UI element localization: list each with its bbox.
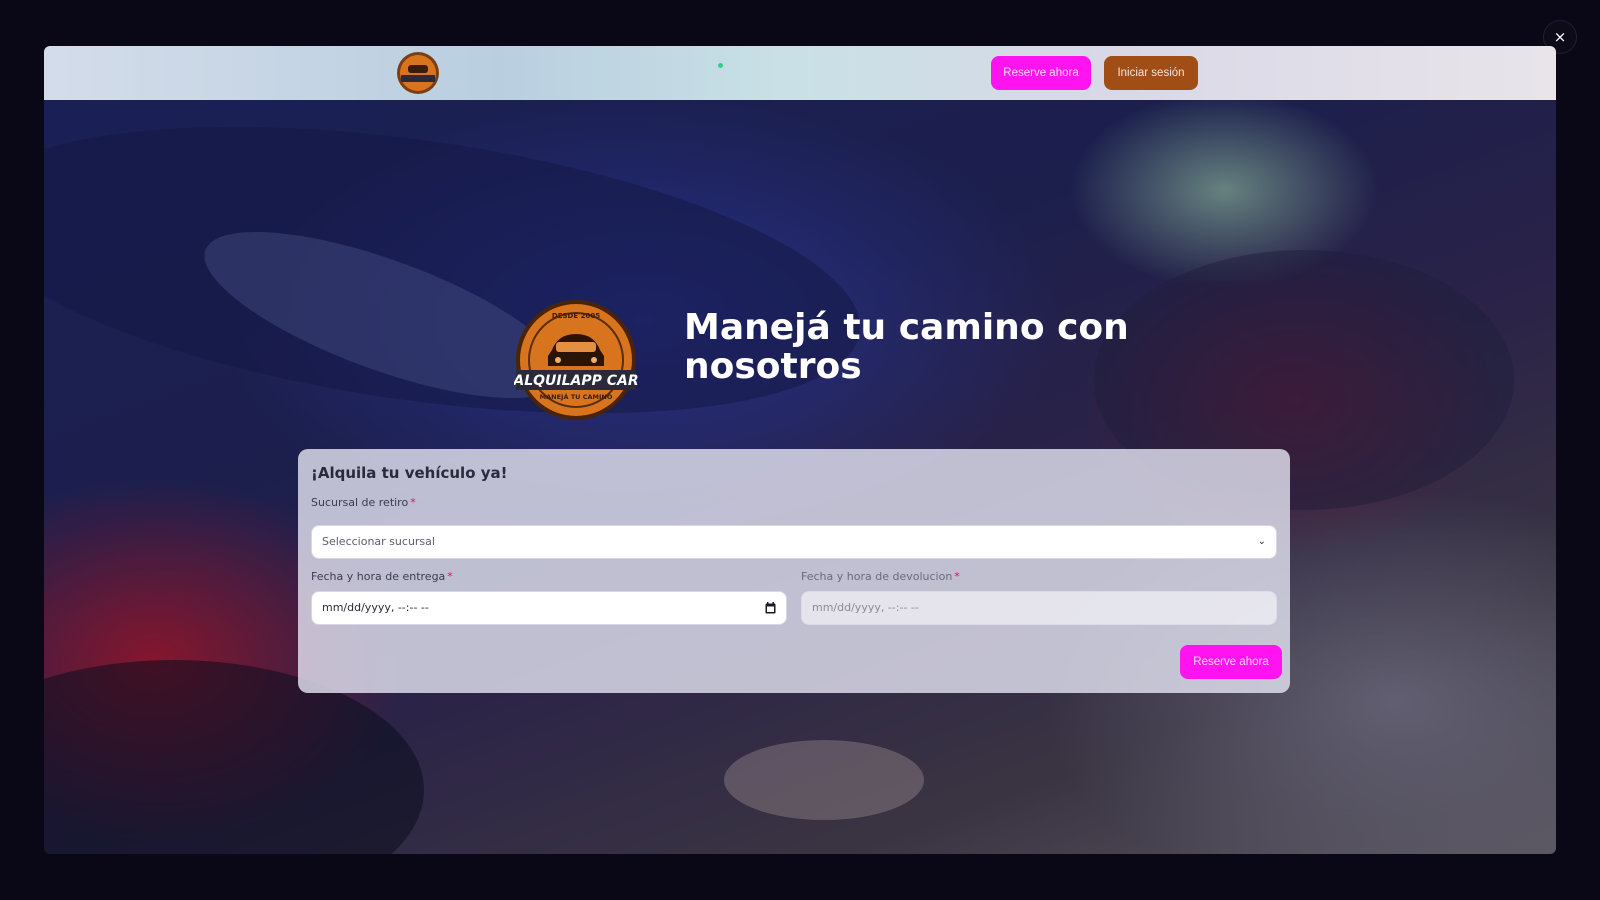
status-dot (718, 63, 723, 68)
hero-logo-brand: ALQUILAPP CAR (514, 373, 638, 389)
hero-logo-tagline: MANEJÁ TU CAMINO (540, 392, 613, 401)
close-icon: × (1553, 28, 1567, 46)
login-button[interactable]: Iniciar sesión (1104, 56, 1198, 90)
branch-select[interactable]: Seleccionar sucursal ⌄ (311, 525, 1277, 559)
pickup-datetime-input[interactable]: mm/dd/yyyy, --:-- -- (311, 591, 787, 625)
rental-form-card: ¡Alquila tu vehículo ya! Sucursal de ret… (298, 449, 1290, 693)
branch-label: Sucursal de retiro * (311, 496, 416, 509)
branch-select-placeholder: Seleccionar sucursal (322, 535, 435, 548)
hero-title-line-2: nosotros (684, 346, 862, 387)
hero-title: Manejá tu camino con nosotros (684, 308, 1204, 386)
form-title: ¡Alquila tu vehículo ya! (311, 464, 508, 482)
pickup-label: Fecha y hora de entrega * (311, 570, 453, 583)
hero-brand-logo: DESDE 2005 ALQUILAPP CAR MANEJÁ TU CAMIN… (514, 300, 638, 420)
chevron-down-icon: ⌄ (1257, 536, 1266, 547)
return-label: Fecha y hora de devolucion * (801, 570, 960, 583)
return-datetime-input[interactable]: mm/dd/yyyy, --:-- -- (801, 591, 1277, 625)
reserve-now-button[interactable]: Reserve ahora (991, 56, 1091, 90)
calendar-icon[interactable] (765, 602, 776, 614)
page-preview: Reserve ahora Iniciar sesión DESDE 2005 … (44, 46, 1556, 854)
form-reserve-button[interactable]: Reserve ahora (1180, 645, 1282, 679)
top-navbar: Reserve ahora Iniciar sesión (44, 46, 1556, 100)
brand-logo[interactable] (396, 51, 440, 95)
hero-logo-since: DESDE 2005 (552, 312, 600, 320)
pickup-datetime-value: mm/dd/yyyy, --:-- -- (322, 601, 429, 614)
hero-title-line-1: Manejá tu camino con (684, 307, 1129, 348)
return-datetime-value: mm/dd/yyyy, --:-- -- (812, 601, 919, 614)
